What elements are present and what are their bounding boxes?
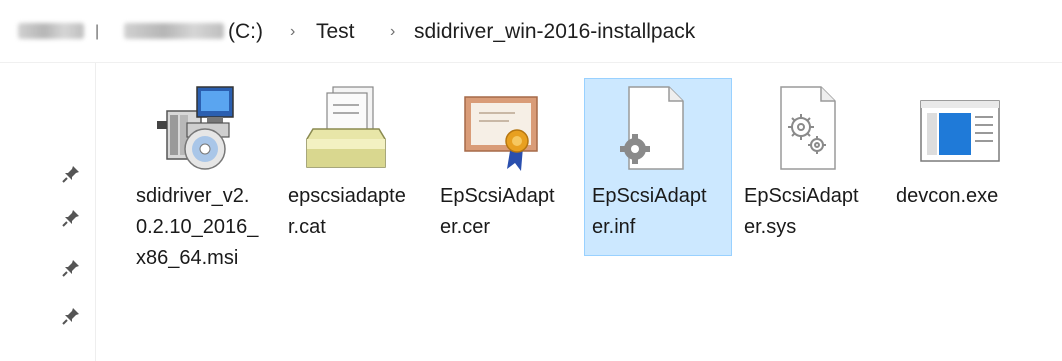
system-file-icon <box>780 86 836 170</box>
file-name: devcon.exe <box>896 185 999 207</box>
setup-information-icon <box>620 86 684 170</box>
address-bar[interactable]: | (C:) › Test › sdidriver_win-2016-insta… <box>0 0 1062 63</box>
separator: | <box>95 23 100 40</box>
pin-icon[interactable] <box>60 163 82 185</box>
breadcrumb-drive[interactable]: (C:) <box>228 17 263 47</box>
file-name: epscsiadapter.cat <box>288 185 406 238</box>
file-item[interactable]: devcon.exe <box>888 78 1036 256</box>
file-name: EpScsiAdapter.sys <box>744 185 859 238</box>
pin-icon[interactable] <box>60 207 82 229</box>
file-item-selected[interactable]: EpScsiAdapter.inf <box>584 78 732 256</box>
file-name: EpScsiAdapter.inf <box>592 185 707 238</box>
file-name: EpScsiAdapter.cer <box>440 185 555 238</box>
pin-icon[interactable] <box>60 257 82 279</box>
file-item[interactable]: sdidriver_v2.0.2.10_2016_x86_64.msi <box>128 78 276 269</box>
breadcrumb-test[interactable]: Test <box>316 17 355 47</box>
navigation-pane <box>0 63 96 361</box>
breadcrumb-current-folder[interactable]: sdidriver_win-2016-installpack <box>414 17 695 47</box>
file-item[interactable]: EpScsiAdapter.sys <box>736 78 884 256</box>
certificate-icon <box>464 96 538 171</box>
file-item[interactable]: epscsiadapter.cat <box>280 78 428 256</box>
installer-msi-icon <box>157 86 234 170</box>
file-item[interactable]: EpScsiAdapter.cer <box>432 78 580 256</box>
security-catalog-icon <box>306 86 386 168</box>
pin-icon[interactable] <box>60 305 82 327</box>
breadcrumb-separator[interactable]: › <box>390 17 395 47</box>
file-name: sdidriver_v2.0.2.10_2016_x86_64.msi <box>136 185 259 269</box>
redacted-drive-name <box>124 23 224 39</box>
application-exe-icon <box>920 100 1000 162</box>
redacted-path-segment <box>18 23 84 39</box>
breadcrumb-separator[interactable]: › <box>290 17 295 47</box>
